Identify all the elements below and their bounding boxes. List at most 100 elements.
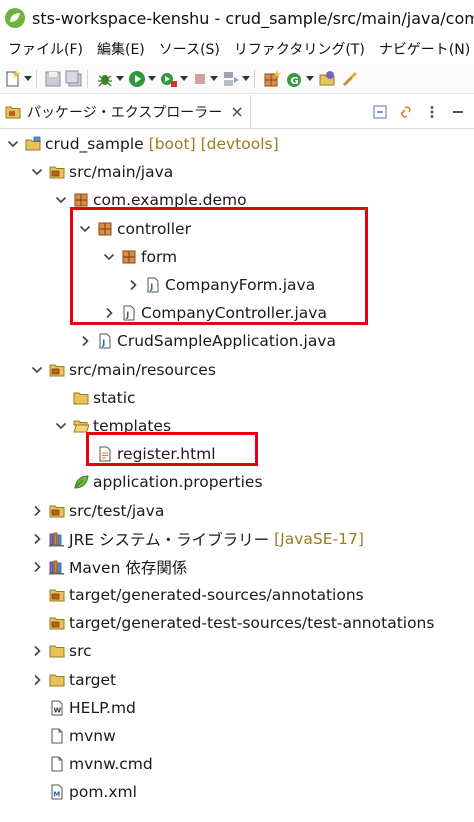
- tree-node-label: Maven 依存関係: [69, 558, 188, 577]
- new-dropdown[interactable]: [24, 68, 32, 90]
- chevron-right-icon[interactable]: [28, 502, 46, 520]
- server-dropdown[interactable]: [242, 68, 250, 90]
- close-icon[interactable]: ×: [230, 103, 243, 120]
- menu-refactor[interactable]: リファクタリング(T): [227, 36, 372, 64]
- tree-node-label: src/test/java: [69, 501, 165, 520]
- save-all-icon[interactable]: [65, 68, 83, 90]
- menubar: ファイル(F) 編集(E) ソース(S) リファクタリング(T) ナビゲート(N…: [0, 36, 474, 64]
- tree-node-label: HELP.md: [69, 698, 136, 717]
- chevron-down-icon[interactable]: [100, 248, 118, 266]
- source-folder-icon: [48, 614, 66, 632]
- chevron-right-icon[interactable]: [28, 671, 46, 689]
- tree-node-file-register[interactable]: register.html: [0, 440, 474, 468]
- project-decoration: [boot] [devtools]: [148, 135, 279, 154]
- external-tools-dropdown[interactable]: [180, 68, 188, 90]
- tree-node-file-crudsampleapplication[interactable]: CrudSampleApplication.java: [0, 327, 474, 355]
- save-icon[interactable]: [44, 68, 62, 90]
- run-icon[interactable]: [127, 68, 147, 90]
- java-file-icon: [96, 332, 114, 350]
- folder-icon: [72, 389, 90, 407]
- chevron-down-icon[interactable]: [52, 417, 70, 435]
- chevron-down-icon[interactable]: [28, 163, 46, 181]
- new-class-dropdown[interactable]: [306, 68, 314, 90]
- run-dropdown[interactable]: [148, 68, 156, 90]
- toolbar-separator: [36, 69, 37, 88]
- debug-dropdown[interactable]: [116, 68, 124, 90]
- tree-node-maven-dependencies[interactable]: Maven 依存関係: [0, 553, 474, 581]
- collapse-all-icon[interactable]: [368, 100, 392, 124]
- tree-node-folder-src[interactable]: src: [0, 637, 474, 665]
- search-icon[interactable]: [340, 68, 360, 90]
- tree-node-file-pom[interactable]: pom.xml: [0, 778, 474, 806]
- package-icon: [120, 248, 138, 266]
- toolbar-separator: [87, 69, 88, 88]
- tree-node-target-generated-test-sources[interactable]: target/generated-test-sources/test-annot…: [0, 609, 474, 637]
- chevron-down-icon[interactable]: [52, 191, 70, 209]
- chevron-right-icon[interactable]: [28, 530, 46, 548]
- new-package-icon[interactable]: [262, 68, 282, 90]
- new-class-icon[interactable]: G: [285, 68, 305, 90]
- open-type-icon[interactable]: [317, 68, 337, 90]
- server-icon[interactable]: [221, 68, 241, 90]
- package-icon: [96, 220, 114, 238]
- maven-pom-icon: [48, 783, 66, 801]
- folder-open-icon: [72, 417, 90, 435]
- chevron-right-icon[interactable]: [28, 642, 46, 660]
- stop-icon[interactable]: [191, 68, 209, 90]
- menu-edit[interactable]: 編集(E): [90, 36, 152, 64]
- tree-node-label: mvnw: [69, 727, 116, 746]
- menu-file[interactable]: ファイル(F): [0, 36, 90, 64]
- menu-navigate[interactable]: ナビゲート(N): [372, 36, 474, 64]
- tree-node-file-help[interactable]: HELP.md: [0, 694, 474, 722]
- tree-node-package-controller[interactable]: controller: [0, 215, 474, 243]
- tree-node-target-generated-sources[interactable]: target/generated-sources/annotations: [0, 581, 474, 609]
- view-actions: [366, 100, 474, 124]
- tree-node-label: mvnw.cmd: [69, 755, 153, 774]
- chevron-right-icon[interactable]: [100, 304, 118, 322]
- chevron-right-icon[interactable]: [76, 332, 94, 350]
- tree-node-label: JRE システム・ライブラリー: [69, 530, 270, 549]
- stop-dropdown[interactable]: [210, 68, 218, 90]
- tree-node-project[interactable]: crud_sample [boot] [devtools]: [0, 130, 474, 158]
- tree-node-file-companyform[interactable]: CompanyForm.java: [0, 271, 474, 299]
- toolbar-separator: [254, 69, 255, 88]
- tree-node-folder-templates[interactable]: templates: [0, 412, 474, 440]
- tree-node-label: application.properties: [93, 473, 263, 492]
- tree-node-label: register.html: [117, 445, 216, 464]
- package-icon: [72, 191, 90, 209]
- folder-icon: [48, 642, 66, 660]
- tree-node-label: src: [69, 642, 92, 661]
- chevron-down-icon[interactable]: [28, 361, 46, 379]
- menu-source[interactable]: ソース(S): [152, 36, 227, 64]
- link-with-editor-icon[interactable]: [394, 100, 418, 124]
- package-explorer-tab[interactable]: パッケージ・エクスプローラー ×: [0, 94, 251, 129]
- tree-node-file-companycontroller[interactable]: CompanyController.java: [0, 299, 474, 327]
- tree-node-file-application-properties[interactable]: application.properties: [0, 468, 474, 496]
- debug-icon[interactable]: [95, 68, 115, 90]
- tree-node-file-mvnw[interactable]: mvnw: [0, 722, 474, 750]
- chevron-right-icon[interactable]: [28, 558, 46, 576]
- tree-node-package-form[interactable]: form: [0, 243, 474, 271]
- minimize-icon[interactable]: [446, 100, 470, 124]
- tree-node-src-main-java[interactable]: src/main/java: [0, 158, 474, 186]
- view-menu-icon[interactable]: [420, 100, 444, 124]
- tree-node-label: com.example.demo: [93, 191, 247, 210]
- chevron-right-icon[interactable]: [124, 276, 142, 294]
- tree-node-label: static: [93, 388, 136, 407]
- tree-node-src-main-resources[interactable]: src/main/resources: [0, 356, 474, 384]
- chevron-down-icon[interactable]: [76, 220, 94, 238]
- file-icon: [48, 755, 66, 773]
- external-tools-icon[interactable]: [159, 68, 179, 90]
- tree-node-package-demo[interactable]: com.example.demo: [0, 186, 474, 214]
- tree-node-jre-library[interactable]: JRE システム・ライブラリー [JavaSE-17]: [0, 525, 474, 553]
- tree-node-src-test-java[interactable]: src/test/java: [0, 496, 474, 524]
- java-file-icon: [144, 276, 162, 294]
- new-icon[interactable]: [3, 68, 23, 90]
- chevron-down-icon[interactable]: [4, 135, 22, 153]
- package-explorer-icon: [5, 106, 21, 118]
- tree-node-label: templates: [93, 416, 172, 435]
- source-folder-icon: [48, 502, 66, 520]
- tree-node-folder-target[interactable]: target: [0, 666, 474, 694]
- tree-node-file-mvnw-cmd[interactable]: mvnw.cmd: [0, 750, 474, 778]
- tree-node-folder-static[interactable]: static: [0, 384, 474, 412]
